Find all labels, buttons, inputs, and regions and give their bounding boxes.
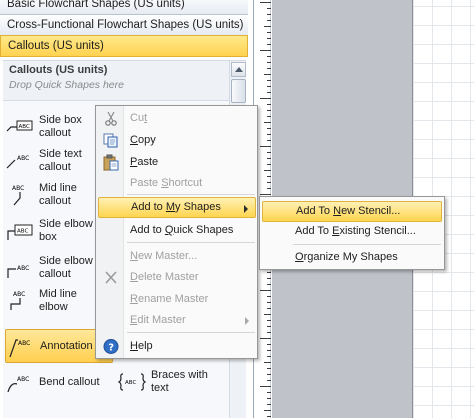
scroll-up-arrow-icon[interactable] <box>231 62 246 77</box>
menu-item-paste[interactable]: Paste <box>98 152 256 173</box>
menu-item-cut[interactable]: Cut <box>98 108 256 129</box>
menu-label: Add to Quick Shapes <box>130 224 234 236</box>
menu-label: Copy <box>130 134 156 146</box>
menu-label: Cut <box>130 112 148 124</box>
shape-label: Side elbow box <box>39 218 93 243</box>
menu-item-paste-shortcut[interactable]: Paste Shortcut <box>98 173 256 194</box>
svg-text:ABC: ABC <box>17 265 29 272</box>
menu-separator <box>127 332 255 333</box>
shape-bend-callout[interactable]: ABC Bend callout <box>5 365 113 399</box>
svg-text:ABC: ABC <box>12 185 24 192</box>
submenu-item-add-to-existing-stencil[interactable]: Add To Existing Stencil... <box>262 221 442 242</box>
menu-label: Edit Master <box>130 314 186 326</box>
menu-label: New Master... <box>130 250 198 262</box>
annotation-icon: ABC <box>6 332 36 360</box>
menu-item-add-to-quick-shapes[interactable]: Add to Quick Shapes <box>98 220 256 241</box>
svg-text:ABC: ABC <box>125 380 136 386</box>
submenu-item-add-to-new-stencil[interactable]: Add To New Stencil... <box>262 201 442 222</box>
svg-text:ABC: ABC <box>18 340 30 347</box>
stencil-title: Callouts (US units) <box>9 64 108 76</box>
close-x-icon <box>102 269 120 286</box>
svg-text:ABC: ABC <box>19 124 30 130</box>
bend-callout-icon: ABC <box>5 368 35 396</box>
menu-item-new-master[interactable]: New Master... <box>98 246 256 267</box>
svg-text:?: ? <box>108 343 114 354</box>
svg-text:ABC: ABC <box>17 229 28 235</box>
stencil-basic-flowchart[interactable]: Basic Flowchart Shapes (US units) <box>0 0 248 15</box>
menu-item-help[interactable]: ? Help <box>98 336 256 357</box>
menu-label: Help <box>130 340 153 352</box>
chevron-right-icon <box>244 205 248 213</box>
stencil-cross-functional[interactable]: Cross-Functional Flowchart Shapes (US un… <box>0 15 248 36</box>
help-icon: ? <box>102 338 120 355</box>
svg-text:ABC: ABC <box>13 291 25 298</box>
menu-label: Paste Shortcut <box>130 177 203 189</box>
svg-text:ABC: ABC <box>17 155 29 162</box>
shape-label: Bend callout <box>39 375 100 388</box>
side-box-callout-icon: ABC <box>5 113 35 141</box>
submenu-label: Organize My Shapes <box>295 251 398 263</box>
menu-label: Delete Master <box>130 271 199 283</box>
scroll-thumb[interactable] <box>231 79 246 103</box>
menu-item-copy[interactable]: Copy <box>98 130 256 151</box>
submenu-label: Add To New Stencil... <box>296 205 401 217</box>
menu-item-add-to-my-shapes[interactable]: Add to My Shapes <box>98 197 256 218</box>
submenu-label: Add To Existing Stencil... <box>295 225 416 237</box>
shape-label: Side box callout <box>39 114 82 139</box>
menu-item-rename-master[interactable]: Rename Master <box>98 289 256 310</box>
submenu-separator <box>293 244 441 245</box>
side-elbow-box-icon: ABC <box>5 217 35 245</box>
shape-label: Annotation <box>40 339 93 352</box>
shape-label: Braces with text <box>151 369 208 394</box>
shape-label: Mid line elbow <box>39 288 77 313</box>
menu-label: Add to My Shapes <box>131 201 221 213</box>
menu-separator <box>127 242 255 243</box>
chevron-right-icon <box>245 317 249 325</box>
submenu-item-organize-my-shapes[interactable]: Organize My Shapes <box>262 247 442 268</box>
menu-label: Paste <box>130 156 159 168</box>
braces-with-text-icon: ABC <box>117 368 147 396</box>
menu-item-edit-master[interactable]: Edit Master <box>98 310 256 331</box>
copy-icon <box>102 132 120 149</box>
menu-item-delete-master[interactable]: Delete Master <box>98 267 256 288</box>
scissors-icon <box>102 110 120 127</box>
menu-label: Rename Master <box>130 293 209 305</box>
shape-braces-with-text[interactable]: ABC Braces with text <box>117 365 217 399</box>
menu-separator <box>127 194 255 195</box>
mid-line-elbow-icon: ABC <box>5 287 35 315</box>
side-elbow-callout-icon: ABC <box>5 254 35 282</box>
svg-text:ABC: ABC <box>17 376 29 383</box>
paste-icon <box>102 154 120 171</box>
shape-label: Side text callout <box>39 148 82 173</box>
mid-line-callout-icon: ABC <box>5 181 35 209</box>
shape-label: Side elbow callout <box>39 255 93 280</box>
context-menu: Cut Copy Paste Paste Shortcut Add to My Shap… <box>95 105 258 359</box>
add-to-my-shapes-submenu: Add To New Stencil... Add To Existing Ste… <box>259 196 445 270</box>
shape-label: Mid line callout <box>39 182 77 207</box>
stencil-header: Callouts (US units) Drop Quick Shapes he… <box>3 61 230 101</box>
side-text-callout-icon: ABC <box>5 147 35 175</box>
stencil-callouts[interactable]: Callouts (US units) <box>0 35 248 57</box>
quick-shapes-drop-hint: Drop Quick Shapes here <box>9 79 124 91</box>
